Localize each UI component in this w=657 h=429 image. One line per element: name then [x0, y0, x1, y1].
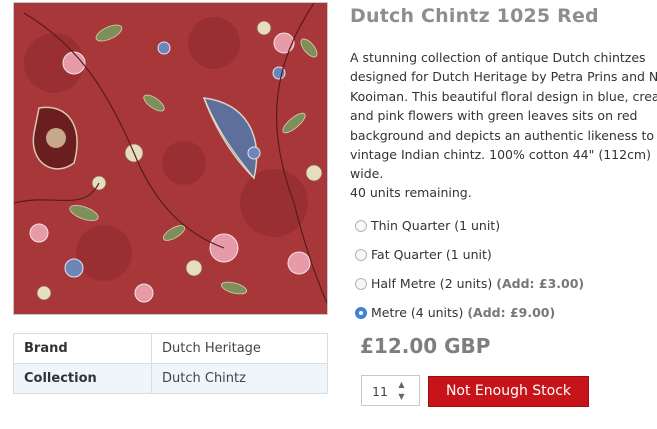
option-fat-quarter[interactable]: Fat Quarter (1 unit) — [355, 240, 584, 269]
option-label: Metre (4 units) — [371, 305, 464, 320]
option-metre[interactable]: Metre (4 units) (Add: £9.00) — [355, 298, 584, 327]
option-price-add: (Add: £3.00) — [496, 276, 585, 291]
product-price: £12.00 GBP — [360, 334, 491, 358]
decrement-arrow-icon[interactable]: ▼ — [396, 391, 407, 403]
radio-button[interactable] — [355, 277, 367, 290]
option-label: Thin Quarter (1 unit) — [371, 218, 501, 233]
radio-button-checked[interactable] — [355, 306, 367, 319]
table-row: Brand Dutch Heritage — [13, 333, 328, 364]
quantity-value: 11 — [372, 384, 388, 399]
spec-value: Dutch Heritage — [151, 333, 328, 364]
option-label: Fat Quarter (1 unit) — [371, 247, 492, 262]
spec-value: Dutch Chintz — [151, 363, 328, 394]
size-options: Thin Quarter (1 unit) Fat Quarter (1 uni… — [355, 211, 584, 327]
spec-key: Brand — [13, 333, 152, 364]
spec-table: Brand Dutch Heritage Collection Dutch Ch… — [13, 333, 328, 394]
product-title: Dutch Chintz 1025 Red — [350, 5, 599, 27]
fabric-swatch-image[interactable] — [13, 2, 328, 315]
table-row: Collection Dutch Chintz — [13, 363, 328, 394]
spin-buttons[interactable]: ▲ ▼ — [396, 379, 407, 403]
option-thin-quarter[interactable]: Thin Quarter (1 unit) — [355, 211, 584, 240]
radio-button[interactable] — [355, 248, 367, 261]
radio-button[interactable] — [355, 219, 367, 232]
quantity-stepper[interactable]: 11 ▲ ▼ — [361, 375, 420, 406]
increment-arrow-icon[interactable]: ▲ — [396, 379, 407, 391]
floral-pattern — [14, 3, 327, 314]
option-price-add: (Add: £9.00) — [467, 305, 556, 320]
option-half-metre[interactable]: Half Metre (2 units) (Add: £3.00) — [355, 269, 584, 298]
stock-remaining: 40 units remaining. — [350, 185, 472, 200]
spec-key: Collection — [13, 363, 152, 394]
option-label: Half Metre (2 units) — [371, 276, 493, 291]
not-enough-stock-button[interactable]: Not Enough Stock — [428, 376, 589, 407]
product-description: A stunning collection of antique Dutch c… — [350, 50, 657, 182]
